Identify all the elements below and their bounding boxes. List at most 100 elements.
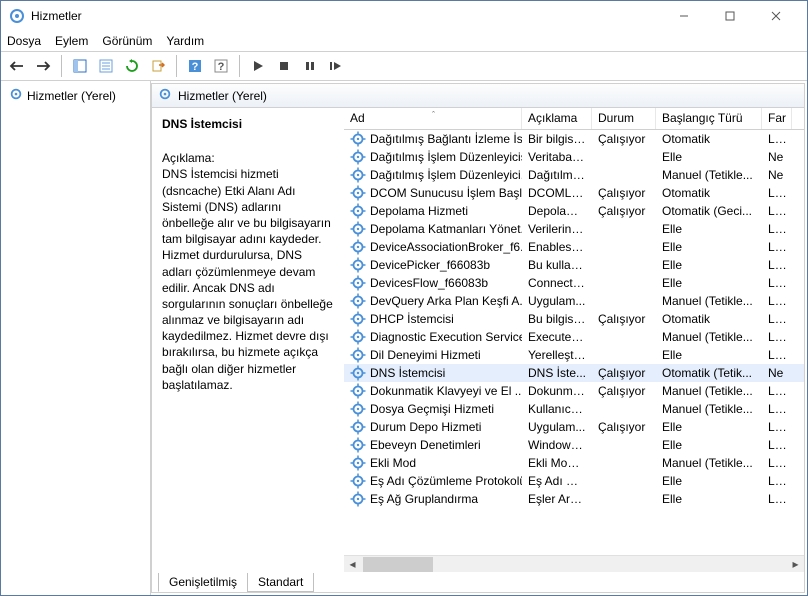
tab-extended[interactable]: Genişletilmiş (158, 573, 248, 592)
gear-icon (350, 419, 366, 435)
cell-name: Dokunmatik Klavyeyi ve El ... (344, 383, 522, 399)
content-area: DNS İstemcisi Açıklama: DNS İstemcisi hi… (152, 108, 804, 572)
menu-file[interactable]: Dosya (7, 34, 41, 48)
service-name-text: Dil Deneyimi Hizmeti (370, 348, 481, 362)
cell-status: Çalışıyor (592, 132, 656, 146)
cell-startup: Manuel (Tetikle... (656, 456, 762, 470)
service-row[interactable]: Dağıtılmış İşlem DüzenleyicisiVeritaban.… (344, 148, 804, 166)
scroll-thumb[interactable] (363, 557, 433, 572)
service-row[interactable]: Dokunmatik Klavyeyi ve El ...Dokunma...Ç… (344, 382, 804, 400)
cell-desc: Eşler Arası... (522, 492, 592, 506)
cell-desc: Uygulam... (522, 294, 592, 308)
service-row[interactable]: DNS İstemcisiDNS İste...ÇalışıyorOtomati… (344, 364, 804, 382)
cell-startup: Manuel (Tetikle... (656, 402, 762, 416)
service-row[interactable]: Dağıtılmış Bağlantı İzleme İs...Bir bilg… (344, 130, 804, 148)
forward-button[interactable] (31, 54, 55, 78)
tree-root-label: Hizmetler (Yerel) (27, 89, 116, 103)
left-tree-pane: Hizmetler (Yerel) (1, 81, 151, 595)
menu-action[interactable]: Eylem (55, 34, 88, 48)
scroll-right-icon[interactable]: ▸ (787, 556, 804, 573)
cell-desc: DNS İste... (522, 366, 592, 380)
service-row[interactable]: Eş Adı Çözümleme ProtokolüEş Adı Çö...El… (344, 472, 804, 490)
col-logon[interactable]: Far (762, 108, 792, 129)
service-name-text: DevicesFlow_f66083b (370, 276, 488, 290)
gear-icon (350, 491, 366, 507)
export-button[interactable] (146, 54, 170, 78)
cell-desc: Verilerin, s... (522, 222, 592, 236)
minimize-button[interactable] (661, 1, 707, 31)
cell-logon: Ne (762, 168, 792, 182)
service-row[interactable]: DevicesFlow_f66083bConnectU...ElleLoc (344, 274, 804, 292)
service-row[interactable]: Dosya Geçmişi HizmetiKullanıcı ...Manuel… (344, 400, 804, 418)
cell-desc: Windows'... (522, 438, 592, 452)
service-name-text: Depolama Katmanları Yönet... (370, 222, 522, 236)
service-row[interactable]: Depolama Katmanları Yönet...Verilerin, s… (344, 220, 804, 238)
detail-title: DNS İstemcisi (162, 116, 334, 132)
service-row[interactable]: DHCP İstemcisiBu bilgisa...ÇalışıyorOtom… (344, 310, 804, 328)
view-tabs: Genişletilmiş Standart (152, 572, 804, 592)
service-name-text: Dağıtılmış Bağlantı İzleme İs... (370, 132, 522, 146)
cell-name: Diagnostic Execution Service (344, 329, 522, 345)
gear-icon (350, 257, 366, 273)
service-rows: Dağıtılmış Bağlantı İzleme İs...Bir bilg… (344, 130, 804, 555)
maximize-button[interactable] (707, 1, 753, 31)
service-row[interactable]: DevicePicker_f66083bBu kullanı...ElleLoc (344, 256, 804, 274)
titlebar: Hizmetler (1, 1, 807, 31)
service-row[interactable]: Depolama HizmetiDepolam...ÇalışıyorOtoma… (344, 202, 804, 220)
cell-logon: Loc (762, 186, 792, 200)
service-row[interactable]: Eş Ağ GruplandırmaEşler Arası...ElleLoc (344, 490, 804, 508)
scroll-left-icon[interactable]: ◂ (344, 556, 361, 573)
cell-logon: Loc (762, 204, 792, 218)
menu-view[interactable]: Görünüm (102, 34, 152, 48)
cell-desc: Veritaban... (522, 150, 592, 164)
cell-logon: Loc (762, 402, 792, 416)
menu-help[interactable]: Yardım (166, 34, 204, 48)
cell-name: DNS İstemcisi (344, 365, 522, 381)
service-row[interactable]: Dil Deneyimi HizmetiYerelleştiri...ElleL… (344, 346, 804, 364)
service-row[interactable]: Dağıtılmış İşlem Düzenleyici...Dağıtılmı… (344, 166, 804, 184)
gear-icon (350, 455, 366, 471)
col-desc[interactable]: Açıklama (522, 108, 592, 129)
horizontal-scrollbar[interactable]: ◂ ▸ (344, 555, 804, 572)
separator (176, 55, 177, 77)
service-name-text: DCOM Sunucusu İşlem Başl... (370, 186, 522, 200)
cell-status: Çalışıyor (592, 204, 656, 218)
col-startup[interactable]: Başlangıç Türü (656, 108, 762, 129)
cell-desc: Bu bilgisa... (522, 312, 592, 326)
cell-logon: Loc (762, 474, 792, 488)
help2-button[interactable]: ? (209, 54, 233, 78)
pause-service-button[interactable] (298, 54, 322, 78)
services-icon (158, 87, 172, 104)
cell-logon: Loc (762, 294, 792, 308)
service-row[interactable]: DeviceAssociationBroker_f6...Enables a..… (344, 238, 804, 256)
cell-name: Dağıtılmış Bağlantı İzleme İs... (344, 131, 522, 147)
start-service-button[interactable] (246, 54, 270, 78)
show-hide-tree-button[interactable] (68, 54, 92, 78)
service-name-text: Ebeveyn Denetimleri (370, 438, 481, 452)
tree-root-item[interactable]: Hizmetler (Yerel) (5, 85, 146, 106)
service-name-text: Dosya Geçmişi Hizmeti (370, 402, 494, 416)
service-row[interactable]: Durum Depo HizmetiUygulam...ÇalışıyorEll… (344, 418, 804, 436)
service-row[interactable]: Ebeveyn DenetimleriWindows'...ElleLoc (344, 436, 804, 454)
service-row[interactable]: Ekli ModEkli Mod ...Manuel (Tetikle...Lo… (344, 454, 804, 472)
sort-indicator-icon: ˆ (432, 110, 435, 120)
stop-service-button[interactable] (272, 54, 296, 78)
close-button[interactable] (753, 1, 799, 31)
help-button[interactable]: ? (183, 54, 207, 78)
cell-startup: Manuel (Tetikle... (656, 330, 762, 344)
properties-button[interactable] (94, 54, 118, 78)
service-row[interactable]: DevQuery Arka Plan Keşfi A...Uygulam...M… (344, 292, 804, 310)
pane-header-title: Hizmetler (Yerel) (178, 89, 267, 103)
gear-icon (350, 437, 366, 453)
cell-startup: Elle (656, 222, 762, 236)
cell-desc: Dokunma... (522, 384, 592, 398)
service-row[interactable]: Diagnostic Execution ServiceExecutes ...… (344, 328, 804, 346)
cell-logon: Loc (762, 276, 792, 290)
refresh-button[interactable] (120, 54, 144, 78)
tab-standard[interactable]: Standart (247, 573, 314, 592)
restart-service-button[interactable] (324, 54, 348, 78)
service-row[interactable]: DCOM Sunucusu İşlem Başl...DCOMLA...Çalı… (344, 184, 804, 202)
separator (239, 55, 240, 77)
back-button[interactable] (5, 54, 29, 78)
col-status[interactable]: Durum (592, 108, 656, 129)
